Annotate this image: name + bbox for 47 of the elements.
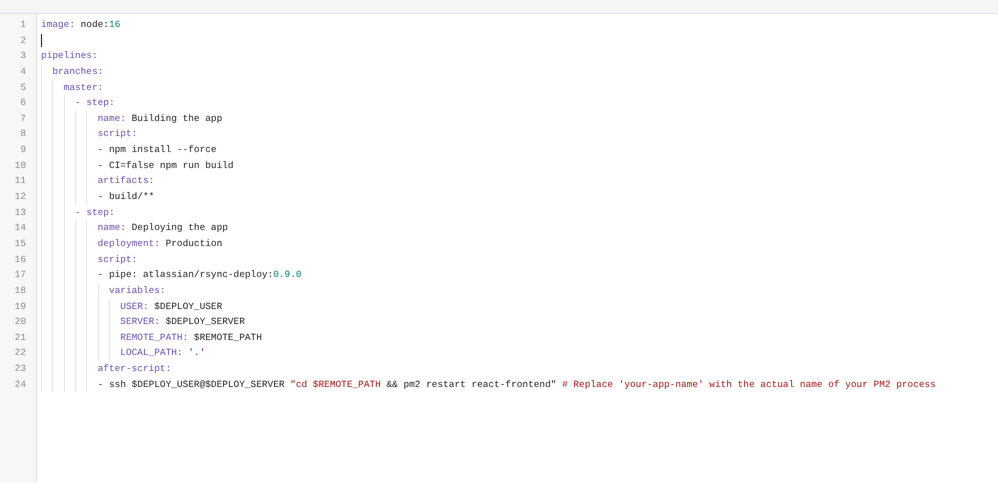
line-number: 20 xyxy=(14,315,27,330)
line-number: 13 xyxy=(14,206,27,220)
code-line: USER: $DEPLOY_USER xyxy=(119,300,222,314)
code-line: variables: xyxy=(108,284,166,298)
line-number: 1 xyxy=(19,18,27,32)
line-number: 4 xyxy=(19,64,27,79)
line-number: 7 xyxy=(19,112,27,126)
line-number: 19 xyxy=(14,300,27,314)
code-line: pipelines: xyxy=(41,49,98,64)
code-line: name: Building the app xyxy=(96,112,222,126)
line-number: 14 xyxy=(14,221,27,236)
line-number: 22 xyxy=(14,346,27,360)
code-line: branches: xyxy=(51,64,104,79)
code-line: SERVER: $DEPLOY_SERVER xyxy=(119,315,245,330)
line-number: 9 xyxy=(19,143,27,158)
code-line: master: xyxy=(62,80,104,95)
line-number: 11 xyxy=(14,174,27,188)
line-number: 6 xyxy=(19,96,27,110)
code-line: artifacts: xyxy=(96,174,154,188)
code-line: REMOTE_PATH: $REMOTE_PATH xyxy=(119,330,262,345)
code-line: name: Deploying the app xyxy=(96,221,228,236)
line-number: 24 xyxy=(14,378,27,392)
code-line: after-script: xyxy=(96,362,172,376)
code-line: - step: xyxy=(74,96,115,110)
code-line: LOCAL_PATH: '.' xyxy=(119,346,206,360)
line-number: 18 xyxy=(14,284,27,298)
code-line: - pipe: atlassian/rsync-deploy:0.9.0 xyxy=(96,268,302,282)
line-number: 3 xyxy=(19,49,27,64)
line-number: 10 xyxy=(14,158,27,173)
code-line: - build/** xyxy=(96,190,154,204)
code-line: - step: xyxy=(74,206,115,220)
line-number: 12 xyxy=(14,190,27,204)
line-number: 21 xyxy=(14,330,27,345)
line-number: 5 xyxy=(19,80,27,95)
code-line: - npm install --force xyxy=(96,143,217,158)
line-number: 15 xyxy=(14,236,27,251)
line-number: 2 xyxy=(19,34,27,48)
line-number: 23 xyxy=(14,362,27,376)
code-line: deployment: Production xyxy=(96,236,222,251)
line-number: 17 xyxy=(14,268,27,282)
line-number: 16 xyxy=(14,252,27,267)
code-line: script: xyxy=(96,127,138,142)
code-line: script: xyxy=(96,252,138,267)
code-line: image: node:16 xyxy=(41,18,120,32)
code-line: - ssh $DEPLOY_USER@$DEPLOY_SERVER "cd $REMOTE_PATH && pm2 restart react-frontend" # Replace 'your-app-name' with the actual name of your PM2 process xyxy=(96,378,936,392)
line-number: 8 xyxy=(19,127,27,142)
code-line: - CI=false npm run build xyxy=(96,158,234,173)
